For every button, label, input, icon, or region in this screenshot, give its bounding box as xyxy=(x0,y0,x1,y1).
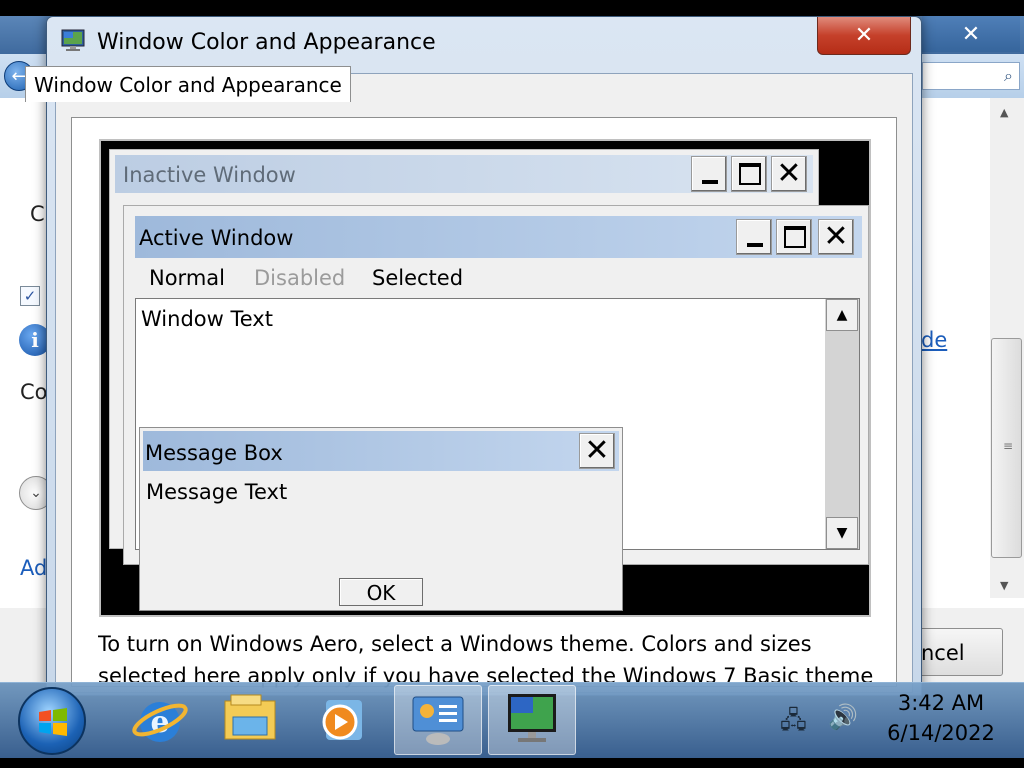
background-text-fragment: Co xyxy=(20,380,48,404)
close-icon[interactable]: ✕ xyxy=(579,433,615,469)
media-player-icon[interactable] xyxy=(296,685,384,755)
message-box-titlebar[interactable]: Message Box ✕ xyxy=(143,431,619,471)
search-input[interactable]: ⌕ xyxy=(922,62,1020,90)
scroll-down-icon[interactable]: ▼ xyxy=(826,517,858,549)
menu-item-disabled[interactable]: Disabled xyxy=(254,266,345,290)
background-link[interactable]: de xyxy=(921,328,947,352)
appearance-preview[interactable]: Inactive Window ✕ Active Window ✕ Normal… xyxy=(99,139,871,617)
scroll-up-icon[interactable]: ▲ xyxy=(826,299,858,331)
close-icon[interactable]: ✕ xyxy=(818,219,854,255)
clock-time[interactable]: 3:42 AM xyxy=(886,691,996,715)
screen-bottom-edge xyxy=(0,758,1024,768)
start-button[interactable] xyxy=(18,687,86,755)
dialog-close-button[interactable]: ✕ xyxy=(817,17,911,55)
background-link-advanced[interactable]: Ad xyxy=(20,556,47,580)
message-text: Message Text xyxy=(146,480,288,504)
inactive-titlebar[interactable]: Inactive Window ✕ xyxy=(115,155,813,193)
scroll-up-icon[interactable]: ▲ xyxy=(1000,106,1008,119)
clock-date[interactable]: 6/14/2022 xyxy=(886,721,996,745)
checkbox[interactable]: ✓ xyxy=(20,286,40,306)
minimize-icon[interactable] xyxy=(691,156,727,192)
display-settings-icon[interactable] xyxy=(488,685,576,755)
inactive-window-title: Inactive Window xyxy=(123,163,296,187)
internet-explorer-icon[interactable]: e xyxy=(116,685,204,755)
window-text: Window Text xyxy=(141,307,273,331)
windows-logo-icon xyxy=(39,708,67,736)
menu-item-selected[interactable]: Selected xyxy=(372,266,463,290)
scroll-down-icon[interactable]: ▼ xyxy=(1000,579,1008,592)
active-titlebar[interactable]: Active Window ✕ xyxy=(135,216,862,258)
taskbar: e 🖧 🔊 3:42 AM 6/14/2022 xyxy=(0,682,1024,758)
message-box-preview[interactable]: Message Box ✕ Message Text OK xyxy=(139,427,623,611)
ok-button[interactable]: OK xyxy=(339,578,423,606)
windows-explorer-icon[interactable] xyxy=(206,685,294,755)
background-close-button[interactable]: ✕ xyxy=(922,16,1020,52)
grip-icon: ≡ xyxy=(1003,439,1014,453)
message-box-title: Message Box xyxy=(145,441,283,465)
maximize-icon[interactable] xyxy=(731,156,767,192)
menu-item-normal[interactable]: Normal xyxy=(149,266,225,290)
tab-window-color-appearance[interactable]: Window Color and Appearance xyxy=(25,66,351,102)
preview-scrollbar[interactable]: ▲ ▼ xyxy=(825,299,859,549)
display-settings-icon xyxy=(61,29,85,51)
volume-icon[interactable]: 🔊 xyxy=(828,703,858,731)
network-icon[interactable]: 🖧 xyxy=(780,703,807,744)
search-icon: ⌕ xyxy=(1004,66,1013,85)
dialog-title: Window Color and Appearance xyxy=(97,30,436,55)
maximize-icon[interactable] xyxy=(776,219,812,255)
close-icon[interactable]: ✕ xyxy=(771,156,807,192)
active-window-title: Active Window xyxy=(139,226,294,250)
control-panel-icon[interactable] xyxy=(394,685,482,755)
background-scrollbar[interactable]: ▲ ≡ ▼ xyxy=(990,98,1024,598)
background-text-fragment: C xyxy=(30,202,45,226)
preview-menu-bar: Normal Disabled Selected xyxy=(135,260,862,298)
scroll-thumb[interactable]: ≡ xyxy=(991,338,1022,558)
minimize-icon[interactable] xyxy=(736,219,772,255)
